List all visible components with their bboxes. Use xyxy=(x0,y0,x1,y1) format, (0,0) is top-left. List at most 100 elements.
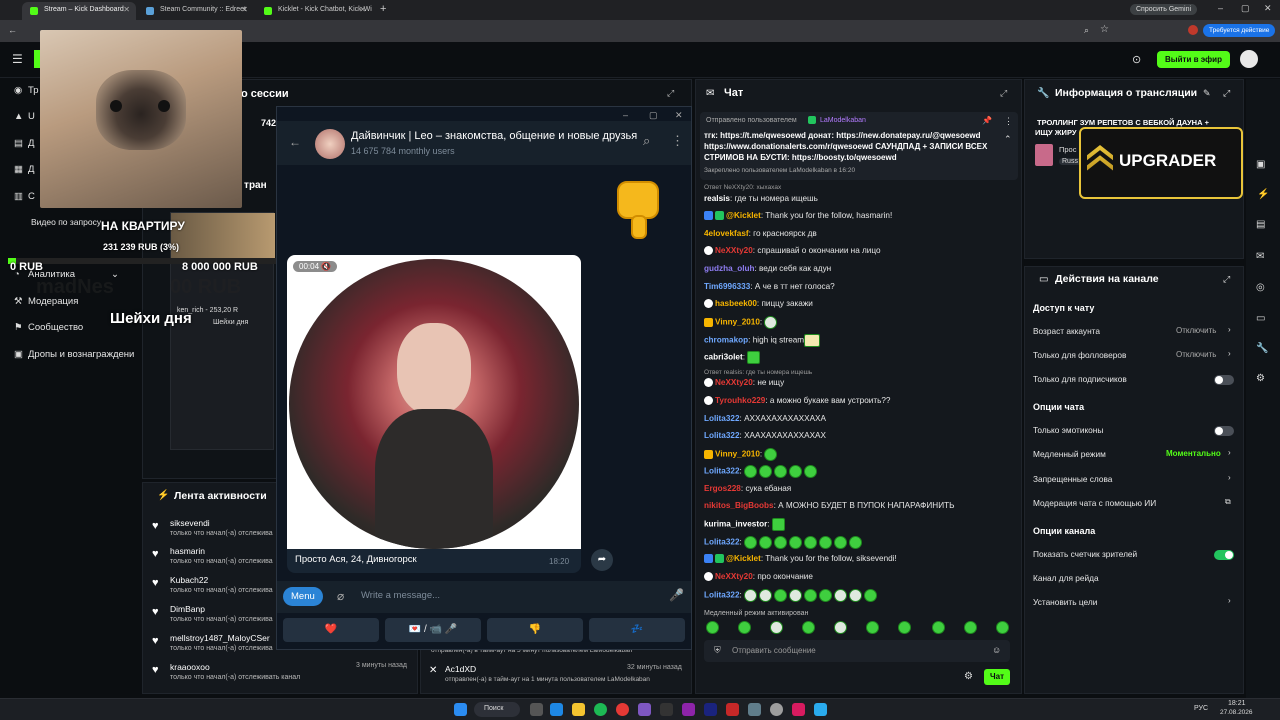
close-icon[interactable]: ✕ xyxy=(241,5,248,14)
chat-username[interactable]: cabri3olet xyxy=(704,353,743,362)
activity-username[interactable]: Kubach22 xyxy=(170,575,208,585)
chat-username[interactable]: nikitos_BigBoobs xyxy=(704,501,774,510)
chat-username[interactable]: @Kicklet xyxy=(726,211,761,220)
set-goals-setting[interactable]: Установить цели xyxy=(1033,597,1097,607)
muted-speaker-icon[interactable]: 🔇 xyxy=(321,262,331,271)
app-icon[interactable] xyxy=(638,703,651,716)
emote-icon[interactable] xyxy=(932,621,945,634)
app-icon[interactable] xyxy=(682,703,695,716)
chat-username[interactable]: Lolita322 xyxy=(704,431,740,440)
action-required-badge[interactable]: Требуется действие xyxy=(1203,24,1276,37)
taskbar-search[interactable]: Поиск xyxy=(474,702,520,717)
tg-minimize-icon[interactable]: – xyxy=(623,110,628,120)
banned-words-setting[interactable]: Запрещенные слова xyxy=(1033,474,1112,484)
profile-icon[interactable] xyxy=(1188,25,1198,35)
tg-channel-name[interactable]: Дайвинчик | Leo – знакомства, общение и … xyxy=(351,130,637,142)
browser-tab-steam[interactable]: Steam Community :: Edreet ✕ xyxy=(138,2,254,20)
app-icon[interactable] xyxy=(726,703,739,716)
clock-time[interactable]: 18:21 xyxy=(1228,700,1246,707)
sidebar-item-dashboard[interactable]: ▤ Д xyxy=(14,138,34,149)
close-icon[interactable]: ✕ xyxy=(123,5,130,14)
chat-username[interactable]: 4elovekfasf xyxy=(704,229,749,238)
subs-only-toggle[interactable] xyxy=(1214,375,1234,385)
reply-button-dislike[interactable]: 👎 xyxy=(487,618,583,642)
chat-username[interactable]: NeXXty20 xyxy=(715,572,753,581)
slow-mode-setting[interactable]: Медленный режим xyxy=(1033,449,1106,459)
expand-icon[interactable]: ⤢ xyxy=(1223,274,1230,285)
activity-username[interactable]: kraaooxoo xyxy=(170,662,210,672)
app-icon[interactable] xyxy=(748,703,761,716)
tg-message-input[interactable]: Write a message... xyxy=(361,590,440,601)
sidebar-item-data[interactable]: ▦ Д xyxy=(14,164,34,175)
tg-video-message[interactable]: 00:04 🔇 xyxy=(287,255,581,569)
chat-username[interactable]: chromakop xyxy=(704,336,748,345)
chat-username[interactable]: NeXXty20 xyxy=(715,246,753,255)
chat-username[interactable]: Vinny_2010 xyxy=(715,450,760,459)
task-view-icon[interactable] xyxy=(530,703,543,716)
microphone-icon[interactable]: 🎤 xyxy=(669,588,684,602)
forward-icon[interactable]: ➦ xyxy=(591,549,613,571)
emoji-icon[interactable]: ☺ xyxy=(992,645,1001,655)
explorer-icon[interactable] xyxy=(572,703,585,716)
bookmark-star-icon[interactable]: ☆ xyxy=(1100,24,1109,35)
windows-start-icon[interactable] xyxy=(454,703,467,716)
chat-username[interactable]: Lolita322 xyxy=(704,467,740,476)
chat-username[interactable]: realsis xyxy=(704,194,730,203)
chat-username[interactable]: gudzha_oluh xyxy=(704,264,754,273)
emote-icon[interactable] xyxy=(964,621,977,634)
sidebar-item-drops[interactable]: ▣ Дропы и вознаграждени xyxy=(14,349,134,360)
show-viewers-toggle[interactable] xyxy=(1214,550,1234,560)
language-indicator[interactable]: РУС xyxy=(1194,705,1208,712)
sidebar-item-upload[interactable]: ▲ U xyxy=(14,111,35,122)
account-age-value[interactable]: Отключить xyxy=(1176,326,1216,335)
sidebar-item-stats[interactable]: ▥ С xyxy=(14,191,35,202)
emotes-only-toggle[interactable] xyxy=(1214,426,1234,436)
rail-list-icon[interactable]: ▤ xyxy=(1256,219,1265,230)
new-tab-icon[interactable]: + xyxy=(380,3,386,15)
sidebar-item-vod[interactable]: Видео по запросу xyxy=(31,217,101,227)
emote-icon[interactable] xyxy=(834,621,847,634)
chat-username[interactable]: Tim6996333 xyxy=(704,282,750,291)
chat-username[interactable]: Lolita322 xyxy=(704,414,740,423)
more-vertical-icon[interactable]: ⋮ xyxy=(671,133,684,149)
slow-mode-value[interactable]: Моментально xyxy=(1166,449,1221,458)
pin-icon[interactable]: 📌 xyxy=(982,116,992,125)
sidebar-item-home[interactable]: ◉ Тр xyxy=(14,85,39,96)
expand-icon[interactable]: ⤢ xyxy=(1000,88,1007,99)
account-age-setting[interactable]: Возраст аккаунта xyxy=(1033,326,1100,336)
expand-icon[interactable]: ⤢ xyxy=(667,88,674,99)
activity-username[interactable]: hasmarin xyxy=(170,546,205,556)
activity-username[interactable]: siksevendi xyxy=(170,518,210,528)
spotify-icon[interactable] xyxy=(594,703,607,716)
chrome-icon[interactable] xyxy=(616,703,629,716)
tg-menu-button[interactable]: Menu xyxy=(283,587,323,606)
search-icon[interactable]: ⌕ xyxy=(643,133,650,149)
gear-icon[interactable]: ⚙ xyxy=(964,671,973,682)
edit-icon[interactable]: ✎ xyxy=(1203,88,1211,99)
emote-icon[interactable] xyxy=(866,621,879,634)
emote-icon[interactable] xyxy=(770,621,783,634)
emote-icon[interactable] xyxy=(898,621,911,634)
browser-tab-kick-dashboard[interactable]: Stream – Kick Dashboard ✕ xyxy=(22,2,136,20)
rail-doc-icon[interactable]: ▭ xyxy=(1256,313,1265,324)
raid-channel-setting[interactable]: Канал для рейда xyxy=(1033,573,1099,583)
maximize-icon[interactable]: ▢ xyxy=(1241,3,1250,14)
rail-panel-icon[interactable]: ▣ xyxy=(1256,159,1265,170)
rail-lightning-icon[interactable]: ⚡ xyxy=(1257,189,1269,200)
emote-icon[interactable] xyxy=(738,621,751,634)
round-video[interactable] xyxy=(289,259,579,549)
close-icon[interactable]: ✕ xyxy=(359,5,366,14)
tg-close-icon[interactable]: ✕ xyxy=(675,110,683,121)
avatar[interactable] xyxy=(1240,50,1258,68)
minimize-icon[interactable]: – xyxy=(1218,3,1223,13)
moderation-username[interactable]: Ac1dXD xyxy=(445,664,476,674)
hamburger-menu-icon[interactable]: ☰ xyxy=(12,52,23,66)
chat-username[interactable]: @Kicklet xyxy=(726,554,761,563)
ai-moderation-setting[interactable]: Модерация чата с помощью ИИ xyxy=(1033,498,1156,508)
edge-icon[interactable] xyxy=(550,703,563,716)
reply-button-sleep[interactable]: 💤 xyxy=(589,618,685,642)
more-vertical-icon[interactable]: ⋮ xyxy=(1004,116,1013,127)
emote-icon[interactable] xyxy=(802,621,815,634)
expand-icon[interactable]: ⤢ xyxy=(1223,88,1230,99)
reply-button-like[interactable]: ❤️ xyxy=(283,618,379,642)
